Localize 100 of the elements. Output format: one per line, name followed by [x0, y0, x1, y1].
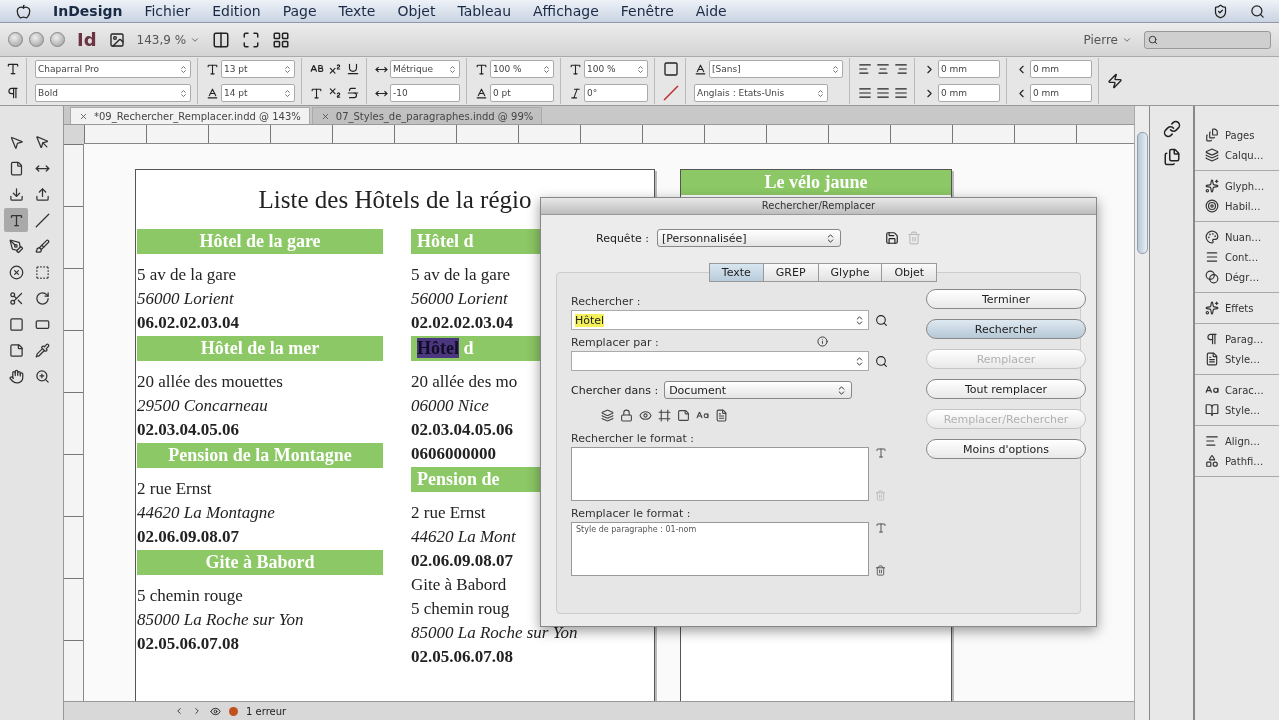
menu-item[interactable]: InDesign — [53, 3, 123, 19]
panel-item[interactable]: Dégr… — [1205, 270, 1279, 284]
links-icon[interactable] — [1162, 120, 1181, 138]
skew-field[interactable]: 0° — [584, 84, 648, 102]
zoom-dropdown[interactable]: 143,9 % — [136, 32, 201, 47]
close-icon[interactable] — [79, 111, 88, 121]
search-in-select[interactable]: Document — [664, 381, 853, 399]
menu-item[interactable]: Objet — [397, 3, 436, 19]
frame-icon[interactable] — [658, 409, 671, 422]
dialog-button[interactable]: Rechercher — [926, 319, 1086, 339]
tracking-field[interactable]: -10 — [390, 84, 460, 102]
align-left-icon[interactable] — [858, 62, 872, 76]
menu-item[interactable]: Edition — [212, 3, 261, 19]
menu-item[interactable]: Fichier — [144, 3, 191, 19]
panel-item[interactable]: Pathfi… — [1205, 454, 1279, 468]
superscript-icon[interactable] — [328, 62, 342, 76]
document-icon[interactable] — [715, 409, 728, 422]
panel-item[interactable]: Pages — [1205, 128, 1279, 142]
query-select[interactable]: [Personnalisée] — [656, 229, 841, 247]
type-icon[interactable] — [875, 522, 887, 534]
lock-icon[interactable] — [620, 409, 633, 422]
preflight-icon[interactable] — [210, 705, 221, 717]
eye-icon[interactable] — [639, 409, 652, 422]
menu-item[interactable]: Fenêtre — [620, 3, 674, 19]
shield-icon[interactable] — [1213, 3, 1228, 19]
leading-field[interactable]: 14 pt — [221, 84, 295, 102]
find-field[interactable]: Hôtel — [571, 310, 869, 330]
small-type-icon[interactable] — [310, 86, 323, 100]
menu-item[interactable]: Page — [282, 3, 317, 19]
subscript-icon[interactable] — [328, 86, 342, 100]
dialog-tab[interactable]: GREP — [762, 263, 819, 282]
language-field[interactable]: Anglais : Etats-Unis — [694, 84, 828, 102]
dialog-button[interactable]: Terminer — [926, 289, 1086, 309]
arrange-icon[interactable] — [272, 30, 291, 49]
save-icon[interactable] — [884, 231, 899, 245]
fill-swatch-icon[interactable] — [663, 61, 679, 77]
lightning-icon[interactable] — [1107, 73, 1123, 89]
view-icon[interactable] — [212, 30, 231, 49]
image-icon[interactable] — [108, 31, 125, 48]
panel-item[interactable]: Style… — [1205, 403, 1279, 417]
vertical-scrollbar[interactable] — [1134, 106, 1149, 720]
trash-icon[interactable] — [875, 565, 886, 576]
layers-icon[interactable] — [601, 409, 614, 422]
document-tab[interactable]: *09_Rechercher_Remplacer.indd @ 143% — [70, 107, 310, 124]
justify-icon[interactable] — [858, 86, 872, 100]
screen-mode-icon[interactable] — [242, 30, 261, 49]
panel-item[interactable]: Parag… — [1205, 332, 1279, 346]
justify-icon[interactable] — [894, 86, 908, 100]
panel-item[interactable]: Style… — [1205, 352, 1279, 366]
dialog-button[interactable]: Tout remplacer — [926, 379, 1086, 399]
next-icon[interactable] — [192, 706, 202, 716]
align-center-icon[interactable] — [876, 62, 890, 76]
scroll-thumb[interactable] — [1136, 132, 1148, 254]
justify-icon[interactable] — [876, 86, 890, 100]
menu-item[interactable]: Tableau — [457, 3, 512, 19]
panel-item[interactable]: Carac… — [1205, 383, 1279, 397]
previous-icon[interactable] — [174, 706, 184, 716]
right-indent-field[interactable]: 0 mm — [1030, 60, 1092, 78]
menu-item[interactable]: Affichage — [533, 3, 599, 19]
strikethrough-icon[interactable] — [346, 86, 360, 100]
font-style-field[interactable]: Bold — [35, 84, 191, 102]
find-format-box[interactable] — [571, 447, 869, 501]
note-icon[interactable] — [677, 409, 690, 422]
baseline-shift-field[interactable]: 0 pt — [490, 84, 554, 102]
menu-item[interactable]: Aide — [695, 3, 727, 19]
menu-item[interactable]: Texte — [338, 3, 376, 19]
font-size-field[interactable]: 13 pt — [221, 60, 295, 78]
underline-icon[interactable] — [346, 62, 360, 76]
panel-item[interactable]: Habil… — [1205, 199, 1279, 213]
search-icon[interactable] — [875, 354, 888, 368]
search-field[interactable] — [1144, 30, 1271, 49]
panel-item[interactable]: Effets — [1205, 301, 1279, 315]
tool-button[interactable] — [4, 208, 28, 232]
replace-format-box[interactable]: Style de paragraphe : 01-nom — [571, 522, 869, 576]
dialog-tab[interactable]: Objet — [881, 263, 938, 282]
panel-item[interactable]: Nuan… — [1205, 230, 1279, 244]
panel-item[interactable]: Cont… — [1205, 250, 1279, 264]
horizontal-scale-field[interactable]: 100 % — [584, 60, 648, 78]
files-icon[interactable] — [1162, 148, 1181, 166]
vertical-scale-field[interactable]: 100 % — [490, 60, 554, 78]
paragraph-mode-icon[interactable] — [6, 86, 20, 100]
error-count[interactable]: 1 erreur — [246, 705, 287, 717]
panel-item[interactable]: Align… — [1205, 434, 1279, 448]
close-icon[interactable] — [320, 111, 330, 121]
first-line-indent-field[interactable]: 0 mm — [938, 84, 1000, 102]
apple-icon[interactable] — [16, 3, 31, 19]
left-indent-field[interactable]: 0 mm — [938, 60, 1000, 78]
dialog-button[interactable]: Moins d'options — [926, 439, 1086, 459]
font-family-field[interactable]: Chaparral Pro — [35, 60, 191, 78]
kerning-field[interactable]: Métrique — [390, 60, 460, 78]
search-icon[interactable] — [1250, 3, 1265, 19]
type-icon[interactable] — [875, 447, 887, 459]
align-right-icon[interactable] — [894, 62, 908, 76]
replace-field[interactable] — [571, 351, 869, 371]
document-tab[interactable]: 07_Styles_de_paragraphes.indd @ 99% — [311, 107, 543, 124]
character-style-field[interactable]: [Sans] — [709, 60, 843, 78]
info-icon[interactable] — [817, 336, 828, 347]
dialog-tab[interactable]: Glyphe — [817, 263, 883, 282]
dialog-tab[interactable]: Texte — [708, 263, 764, 282]
panel-item[interactable]: Calqu… — [1205, 148, 1279, 162]
